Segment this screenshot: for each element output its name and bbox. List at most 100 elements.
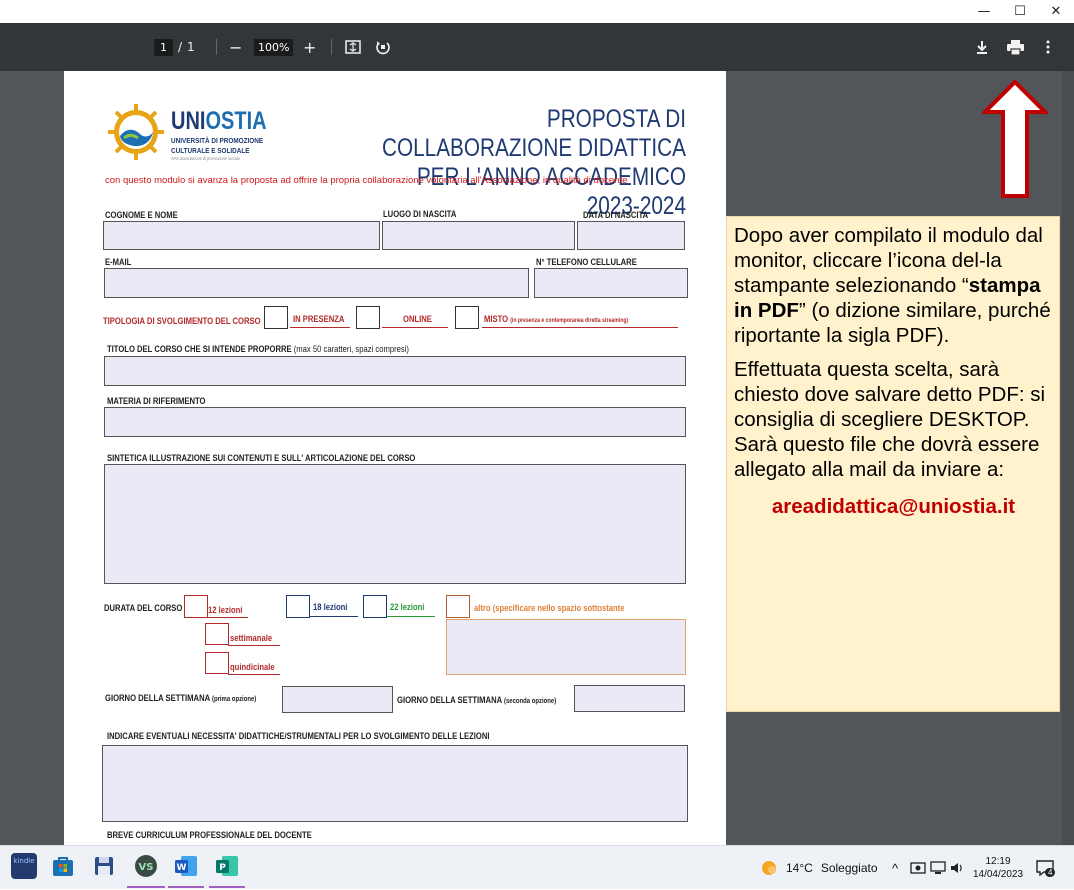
viewer-scrollbar[interactable] [1062, 71, 1074, 845]
fit-page-button[interactable] [345, 23, 361, 71]
checkbox-online[interactable] [356, 306, 380, 329]
plus-icon: + [303, 37, 317, 57]
label-data-nascita: DATA DI NASCITA [583, 210, 649, 220]
sun-icon [762, 861, 776, 875]
zoom-in-button[interactable]: + [303, 23, 316, 71]
svg-text:P: P [219, 863, 226, 873]
underline [290, 327, 350, 328]
underline [387, 616, 435, 617]
label-online: ONLINE [403, 314, 432, 324]
close-icon: ✕ [1050, 4, 1062, 19]
instruction-note: Dopo aver compilato il modulo dal monito… [726, 216, 1060, 712]
download-icon [977, 41, 987, 54]
vs-app-icon[interactable]: VS [133, 853, 159, 879]
weather-widget[interactable]: 14°C Soleggiato [760, 846, 878, 890]
label-email: E-MAIL [105, 257, 132, 267]
brand-subtitle-3: APS associazione di promozione sociale [171, 156, 240, 161]
label-12-lezioni: 12 lezioni [208, 605, 243, 615]
taskbar: kindle VS W P 14°C Soleggiato ^ 12:19 14… [0, 845, 1074, 889]
notification-center-button[interactable]: 4 [1036, 846, 1056, 890]
label-cognome-nome: COGNOME E NOME [105, 210, 178, 220]
pdf-viewer[interactable]: UNIOSTIA UNIVERSITÀ DI PROMOZIONE CULTUR… [0, 71, 1074, 845]
rotate-button[interactable] [375, 23, 391, 71]
label-titolo-corso: TITOLO DEL CORSO CHE SI INTENDE PROPORRE… [107, 344, 409, 354]
svg-text:W: W [177, 863, 187, 873]
pdf-toolbar: 1 / 1 − 100% + [0, 23, 1074, 71]
telefono-field[interactable] [534, 268, 688, 298]
checkbox-settimanale[interactable] [205, 623, 229, 645]
label-settimanale: settimanale [230, 633, 273, 643]
underline [228, 645, 280, 646]
chevron-up-icon: ^ [892, 860, 899, 876]
zoom-level-input[interactable]: 100% [254, 38, 294, 56]
print-icon [1007, 39, 1024, 55]
label-18-lezioni: 18 lezioni [313, 602, 348, 612]
minimize-button[interactable]: — [966, 0, 1002, 23]
checkbox-quindicinale[interactable] [205, 652, 229, 674]
save-app-icon[interactable] [91, 853, 117, 879]
volume-icon [951, 863, 962, 873]
publisher-app-icon[interactable]: P [214, 853, 240, 879]
checkbox-12-lezioni[interactable] [184, 595, 208, 618]
label-luogo-nascita: LUOGO DI NASCITA [383, 209, 457, 219]
label-necessita: INDICARE EVENTUALI NECESSITA' DIDATTICHE… [107, 731, 490, 741]
show-hidden-icons-button[interactable]: ^ [892, 846, 898, 890]
instruction-email: areadidattica@uniostia.it [771, 495, 1016, 518]
close-button[interactable]: ✕ [1038, 0, 1074, 23]
print-button[interactable] [1007, 23, 1024, 71]
maximize-button[interactable]: ☐ [1002, 0, 1038, 23]
store-app-icon[interactable] [50, 853, 76, 879]
tray-icons[interactable] [910, 846, 964, 890]
kindle-app-icon[interactable]: kindle [11, 853, 37, 879]
label-giorno-prima: GIORNO DELLA SETTIMANA (prima opzione) [105, 693, 257, 703]
minus-icon: − [229, 37, 243, 57]
more-vert-icon [1046, 40, 1050, 54]
necessita-field[interactable] [102, 745, 688, 822]
checkbox-18-lezioni[interactable] [286, 595, 310, 618]
email-field[interactable] [104, 268, 529, 298]
sintetica-field[interactable] [104, 464, 686, 584]
label-curriculum: BREVE CURRICULUM PROFESSIONALE DEL DOCEN… [107, 830, 312, 840]
brand-subtitle-1: UNIVERSITÀ DI PROMOZIONE [171, 136, 264, 145]
altro-field[interactable] [446, 619, 686, 675]
uniostia-logo-icon [108, 104, 164, 160]
giorno-seconda-field[interactable] [574, 685, 685, 712]
label-misto: MISTO (in presenza e contemporanea diret… [484, 314, 629, 324]
label-durata: DURATA DEL CORSO [104, 603, 183, 613]
download-button[interactable] [975, 23, 989, 71]
label-in-presenza: IN PRESENZA [293, 314, 345, 324]
active-app-indicator [209, 886, 245, 888]
checkbox-in-presenza[interactable] [264, 306, 288, 329]
label-sintetica: SINTETICA ILLUSTRAZIONE SUI CONTENUTI E … [107, 453, 416, 463]
rotate-icon [376, 41, 390, 55]
label-materia: MATERIA DI RIFERIMENTO [107, 396, 206, 406]
cognome-nome-field[interactable] [103, 221, 380, 250]
label-22-lezioni: 22 lezioni [390, 602, 425, 612]
word-app-icon[interactable]: W [173, 853, 199, 879]
luogo-nascita-field[interactable] [382, 221, 575, 250]
instruction-paragraph-2: Effettuata questa scelta, sarà chiesto d… [734, 358, 1046, 481]
minimize-icon: — [977, 4, 991, 19]
underline [382, 327, 448, 328]
data-nascita-field[interactable] [577, 221, 685, 250]
label-altro: altro (specificare nello spazio sottosta… [474, 603, 625, 613]
maximize-icon: ☐ [1014, 4, 1026, 19]
label-tipologia: TIPOLOGIA DI SVOLGIMENTO DEL CORSO [103, 316, 261, 326]
more-options-button[interactable] [1045, 23, 1051, 71]
underline [228, 674, 280, 675]
checkbox-altro[interactable] [446, 595, 470, 618]
clock[interactable]: 12:19 14/04/2023 [972, 846, 1024, 890]
checkbox-misto[interactable] [455, 306, 479, 329]
titolo-corso-field[interactable] [104, 356, 686, 386]
page-number-input[interactable]: 1 [154, 38, 173, 56]
arrow-up-annotation-icon [982, 79, 1048, 198]
fit-page-icon [345, 40, 361, 54]
checkbox-22-lezioni[interactable] [363, 595, 387, 618]
toolbar-divider [216, 39, 217, 55]
camera-icon [910, 862, 926, 874]
active-app-indicator [127, 886, 165, 888]
giorno-prima-field[interactable] [282, 686, 393, 713]
materia-field[interactable] [104, 407, 686, 437]
zoom-out-button[interactable]: − [229, 23, 242, 71]
active-app-indicator [168, 886, 204, 888]
